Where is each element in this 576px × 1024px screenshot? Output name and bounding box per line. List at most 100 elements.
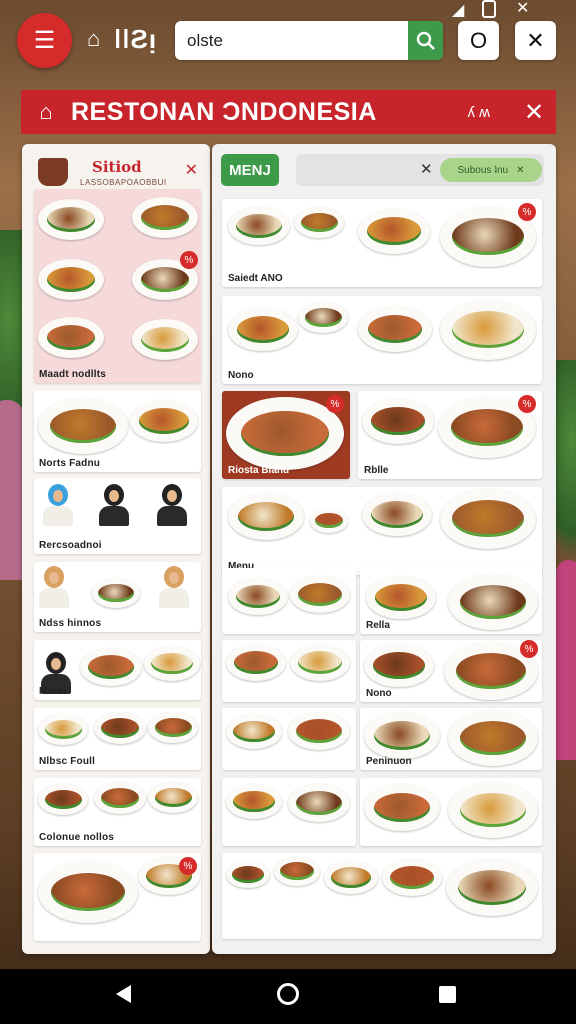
food-dish-image: [448, 710, 538, 766]
food-dish-image: [226, 861, 270, 889]
discount-badge-icon: %: [179, 857, 197, 875]
food-dish-image: [294, 207, 344, 238]
menu-item-card[interactable]: Rella: [360, 568, 542, 634]
discount-badge-icon: %: [518, 203, 536, 221]
food-dish-image: [310, 509, 348, 533]
food-dish-image: [290, 644, 350, 682]
food-dish-image: [226, 644, 286, 682]
category-card-label: Maadt nodllts: [39, 369, 107, 380]
filter-clear-button[interactable]: ✕: [420, 160, 433, 178]
food-dish-image: [94, 782, 146, 815]
menu-item-card[interactable]: [222, 853, 542, 939]
food-dish-image: [382, 859, 442, 897]
menu-item-label: Riosta Bianu: [228, 465, 290, 476]
discount-badge-icon: %: [520, 640, 538, 658]
home-outline-icon[interactable]: ⌂: [21, 99, 71, 125]
banner-counter: ʎ ʍ: [467, 103, 491, 121]
food-dish-image: [94, 712, 146, 745]
food-dish-image: [358, 209, 430, 254]
menu-item-card[interactable]: [222, 778, 356, 846]
person-image: [39, 566, 69, 608]
filter-chip[interactable]: Subous ʇnu ✕: [440, 158, 542, 182]
camera-icon: ⌂: [87, 26, 101, 51]
food-dish-image: [226, 714, 282, 749]
left-panel-close-button[interactable]: ✕: [185, 160, 198, 180]
food-dish-image: [38, 714, 88, 745]
discount-badge-icon: %: [326, 395, 344, 413]
category-card-label: Norts Fadnu: [39, 458, 101, 469]
menu-item-card[interactable]: [222, 640, 356, 702]
category-card[interactable]: Ndss hinnos: [34, 562, 201, 632]
food-dish-image: [358, 306, 432, 352]
food-dish-image: [130, 400, 198, 443]
category-card[interactable]: %: [34, 853, 201, 941]
menu-item-card[interactable]: Peninuon: [360, 708, 542, 770]
wifi-icon: ◢: [452, 2, 465, 19]
food-dish-image: [38, 317, 104, 358]
food-dish-image: [448, 574, 538, 630]
menu-item-card[interactable]: % Riosta Bianu: [222, 391, 350, 479]
food-dish-image: [38, 259, 104, 300]
menu-item-label: Saiedt ANO: [228, 273, 283, 284]
menu-item-card[interactable]: % Saiedt ANO: [222, 199, 542, 287]
food-dish-image: [148, 782, 198, 813]
food-dish-image: [132, 319, 198, 360]
menu-item-card[interactable]: % Rblle: [358, 391, 542, 479]
category-card[interactable]: Norts Fadnu: [34, 390, 201, 472]
food-dish-image: [92, 578, 140, 608]
search-icon: [416, 31, 435, 50]
menu-button[interactable]: ☰: [17, 13, 72, 68]
menu-item-card[interactable]: % Nono: [360, 640, 542, 702]
food-dish-image: [274, 857, 320, 886]
food-dish-image: [362, 493, 432, 537]
food-dish-image: [228, 578, 288, 616]
filter-chip-close-icon[interactable]: ✕: [516, 165, 524, 176]
food-dish-image: [228, 308, 298, 352]
food-dish-image: [38, 861, 138, 923]
home-icon[interactable]: [277, 983, 299, 1005]
category-card-label: Colonue nollos: [39, 832, 115, 843]
menu-item-label: Nono: [228, 370, 254, 381]
food-dish-image: [366, 576, 436, 620]
close-button[interactable]: ✕: [515, 21, 556, 60]
banner-close-button[interactable]: ✕: [512, 98, 556, 127]
menu-item-card[interactable]: Nono: [222, 296, 542, 384]
category-card-label: Ndss hinnos: [39, 618, 102, 629]
category-card[interactable]: Miodi: [34, 640, 201, 700]
battery-icon: [482, 0, 496, 18]
menu-item-card[interactable]: [222, 568, 356, 634]
food-dish-image: [448, 782, 538, 838]
discount-badge-icon: %: [518, 395, 536, 413]
circle-button[interactable]: O: [458, 21, 499, 60]
food-dish-image: [364, 712, 440, 760]
food-dish-image: [148, 712, 198, 743]
food-dish-image: [228, 493, 304, 541]
discount-badge-icon: %: [180, 251, 198, 269]
menu-item-label: Rella: [366, 620, 390, 631]
category-card[interactable]: % Maadt nodllts: [34, 189, 201, 383]
menu-item-card[interactable]: [222, 708, 356, 770]
menu-item-label: Nono: [366, 688, 392, 699]
menu-item-card[interactable]: Menu: [222, 487, 542, 575]
category-card-label: Rercsoadnoi: [39, 540, 102, 551]
food-dish-image: [38, 784, 88, 815]
search-input[interactable]: [175, 21, 408, 60]
food-dish-image: [80, 648, 142, 687]
system-nav-bar: [0, 969, 576, 1024]
recent-apps-icon[interactable]: [439, 986, 456, 1003]
food-dish-image: [38, 199, 104, 240]
menu-item-label: Peninuon: [366, 756, 412, 767]
close-icon: ✕: [516, 0, 530, 17]
filter-chip-label: Subous ʇnu: [457, 164, 509, 176]
food-dish-image: [298, 302, 348, 333]
category-card[interactable]: Rercsoadnoi: [34, 478, 201, 554]
food-dish-image: [440, 489, 536, 549]
tab-menu[interactable]: MENJ: [221, 154, 279, 186]
category-card[interactable]: Colonue nollos: [34, 778, 201, 846]
menu-item-card[interactable]: [360, 778, 542, 846]
search-button[interactable]: [408, 21, 443, 60]
category-card[interactable]: Nlbsc Foull: [34, 708, 201, 770]
filter-bar[interactable]: ✕ Subous ʇnu ✕: [296, 154, 544, 186]
category-card-label: Miodi: [39, 686, 67, 697]
back-icon[interactable]: [116, 985, 131, 1003]
